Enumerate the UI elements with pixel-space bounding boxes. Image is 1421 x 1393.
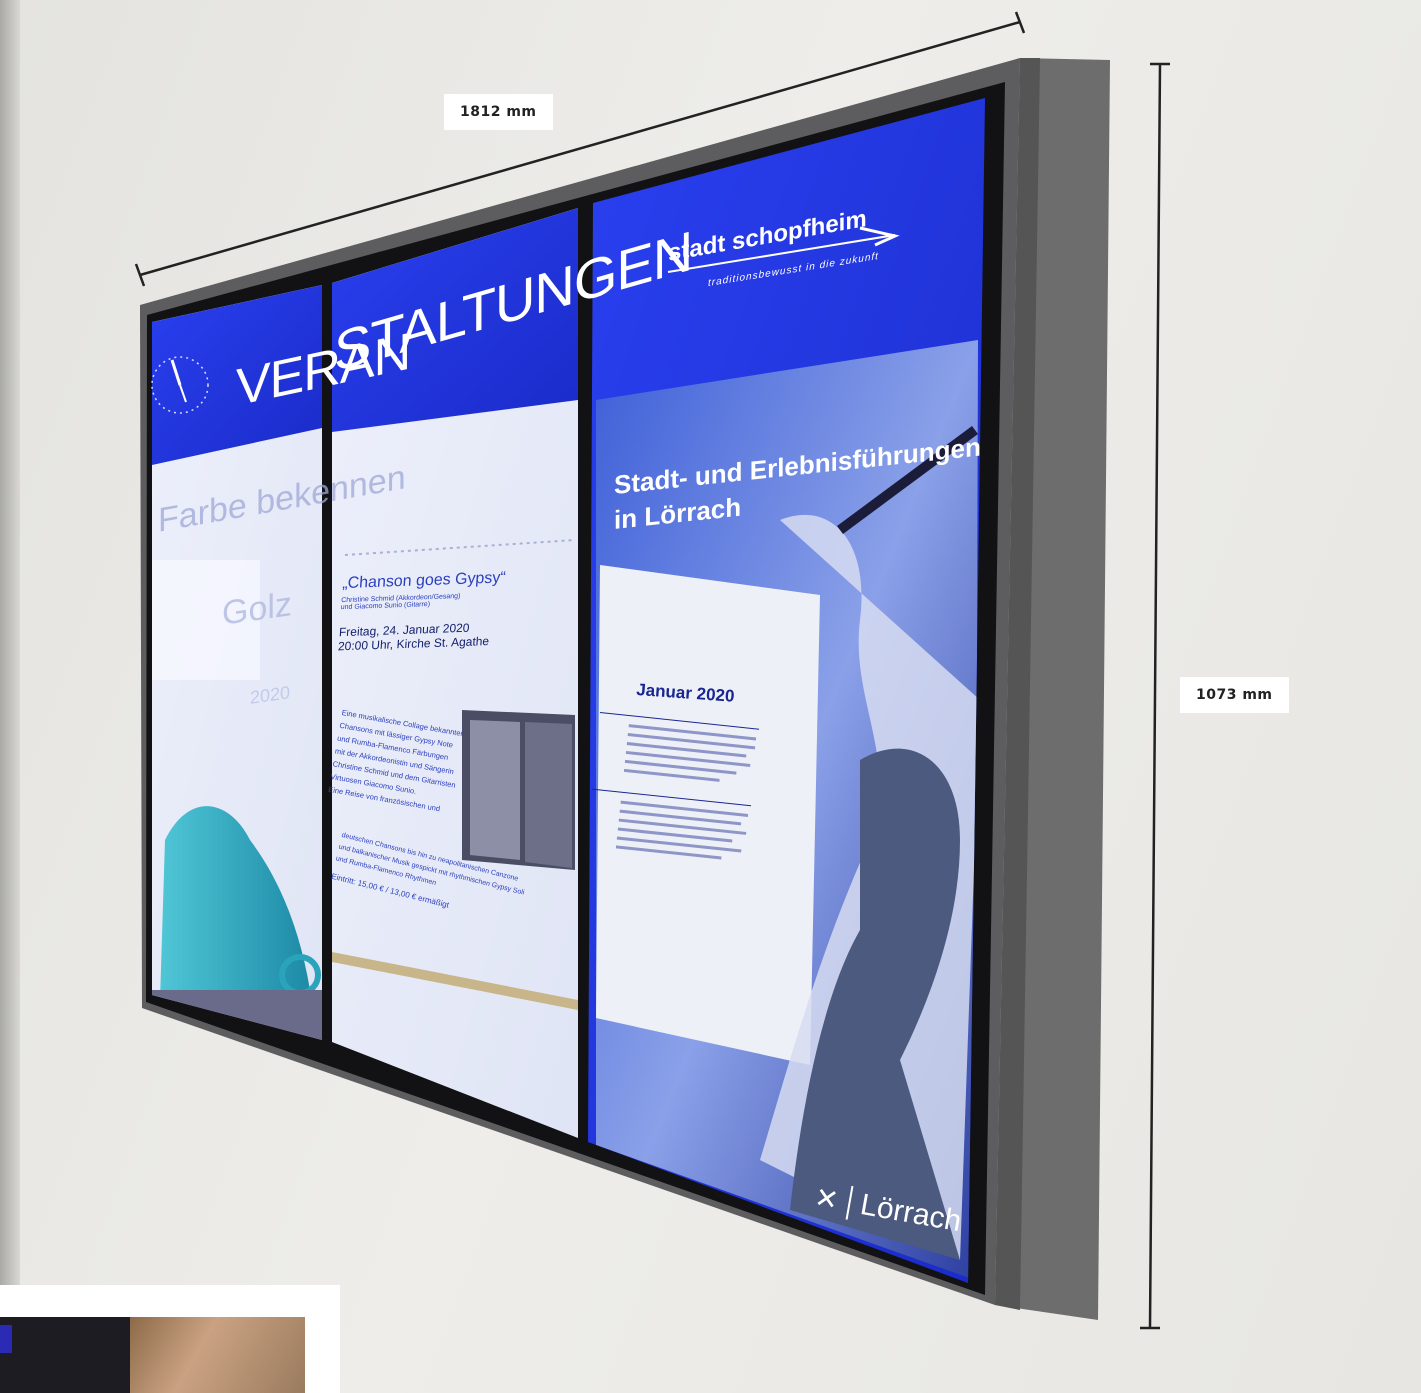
height-dimension-line (1140, 62, 1170, 1330)
event-block: „Chanson goes Gypsy“ Christine Schmid (A… (338, 567, 579, 653)
inset-blue-tag (0, 1325, 12, 1353)
width-dimension-label: 1812 mm (444, 94, 553, 130)
inset-portrait (130, 1317, 305, 1393)
inset-dark-area (0, 1317, 140, 1393)
bird-icon: ✕ (812, 1181, 841, 1217)
brochure-lines (585, 712, 760, 868)
height-dimension-label: 1073 mm (1180, 677, 1289, 713)
inset-photo (0, 1285, 340, 1393)
